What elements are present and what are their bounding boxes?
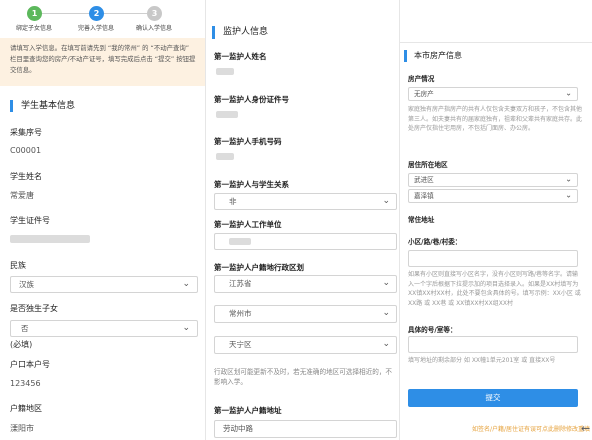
chevron-down-icon: ⌄ [182, 322, 190, 333]
step-2-circle: 2 [89, 6, 104, 21]
guardian-relation-label: 第一监护人与学生关系 [214, 180, 289, 189]
detail-input[interactable] [408, 336, 578, 353]
section-title-housing: 本市房产信息 [404, 50, 462, 62]
nation-select-value: 汉族 [19, 280, 34, 289]
city-value: 常州市 [229, 309, 252, 318]
collect-no-value: C00001 [10, 146, 42, 155]
nation-select[interactable]: 汉族 ⌄ [10, 276, 198, 293]
guardian-work-redacted [229, 238, 251, 245]
chevron-down-icon: ⌄ [565, 174, 572, 184]
delete-refill-link[interactable]: 如签名/户籍/居住证有误可点此删除修改重填 [410, 424, 590, 433]
region-note: 行政区划可能更新不及时，若无准确的地区可选择相近的，不影响入学。 [214, 368, 393, 386]
resident-town-select[interactable]: 嘉泽镇 ⌄ [408, 189, 578, 203]
property-label: 房产情况 [408, 75, 435, 83]
instruction-notice: 请填写入学信息。在填写前请先到 “我的常州” 的 “不动产查询” 栏目里查询您的… [0, 38, 205, 86]
step-connector [104, 13, 147, 14]
only-child-select[interactable]: 否 ⌄ [10, 320, 198, 337]
property-value: 无房产 [414, 90, 434, 98]
student-id-label: 学生证件号 [10, 216, 50, 225]
student-panel: 1 绑定子女信息 2 完善入学信息 3 确认入学信息 请填写入学信息。在填写前请… [0, 0, 205, 440]
chevron-down-icon: ⌄ [382, 195, 390, 206]
province-value: 江苏省 [229, 279, 252, 288]
chevron-down-icon: ⌄ [382, 339, 390, 350]
community-label: 小区/路/巷/村委： [408, 238, 462, 246]
chevron-down-icon: ⌄ [382, 278, 390, 289]
city-select[interactable]: 常州市 ⌄ [214, 305, 397, 323]
back-arrow-icon[interactable]: ← [581, 422, 590, 435]
resident-town-value: 嘉泽镇 [414, 192, 434, 200]
property-note: 家庭独有房产指房产的共有人仅包含夫妻双方和孩子，不包含其他第三人。如夫妻共有的届… [408, 106, 583, 132]
only-child-label: 是否独生子女 [10, 304, 58, 313]
guardian-id-redacted [216, 111, 238, 118]
section-title-guardian: 监护人信息 [212, 26, 268, 39]
province-select[interactable]: 江苏省 ⌄ [214, 275, 397, 293]
district-select[interactable]: 天宁区 ⌄ [214, 336, 397, 354]
guardian-panel: 监护人信息 第一监护人姓名 第一监护人身份证件号 第一监护人手机号码 第一监护人… [206, 0, 399, 440]
step-connector [41, 13, 89, 14]
required-note: (必填) [10, 340, 33, 349]
chevron-down-icon: ⌄ [182, 278, 190, 289]
submit-button[interactable]: 提交 [408, 389, 578, 407]
guardian-work-label: 第一监护人工作单位 [214, 220, 282, 229]
detail-note: 填写地址的剩余部分 如 XX幢1单元201室 或 直接XX号 [408, 357, 556, 364]
guardian-id-label: 第一监护人身份证件号 [214, 95, 289, 104]
household-area-label: 户籍地区 [10, 404, 42, 413]
step-2-label: 完善入学信息 [77, 25, 114, 32]
step-1-circle: 1 [27, 6, 42, 21]
household-no-value: 123456 [10, 379, 41, 388]
housing-panel: 本市房产信息 房产情况 无房产 ⌄ 家庭独有房产指房产的共有人仅包含夫妻双方和孩… [400, 42, 592, 440]
progress-stepper: 1 绑定子女信息 2 完善入学信息 3 确认入学信息 [0, 0, 205, 34]
guardian-relation-select[interactable]: 非 ⌄ [214, 193, 397, 210]
community-input[interactable] [408, 250, 578, 267]
district-value: 天宁区 [229, 340, 252, 349]
guardian-address-label: 第一监护人户籍地址 [214, 406, 282, 415]
only-child-select-value: 否 [21, 324, 29, 333]
guardian-phone-redacted [216, 153, 234, 160]
step-3-label: 确认入学信息 [135, 25, 172, 32]
collect-no-label: 采集序号 [10, 128, 42, 137]
resident-district-select[interactable]: 武进区 ⌄ [408, 173, 578, 187]
household-no-label: 户口本户号 [10, 360, 50, 369]
chevron-down-icon: ⌄ [382, 308, 390, 319]
step-1-label: 绑定子女信息 [15, 25, 52, 32]
chevron-down-icon: ⌄ [565, 190, 572, 200]
guardian-region-label: 第一监护人户籍地行政区划 [214, 263, 304, 272]
household-area-value: 溧阳市 [10, 424, 34, 433]
guardian-name-redacted [216, 68, 234, 75]
guardian-name-label: 第一监护人姓名 [214, 52, 267, 61]
community-note: 如果有小区则直接写小区名字，没有小区则写路/巷等名字。请输入一个字后根据下拉提示… [408, 271, 581, 307]
guardian-relation-value: 非 [229, 197, 237, 206]
section-title-student: 学生基本信息 [10, 100, 75, 112]
guardian-address-input[interactable]: 劳动中路 [214, 420, 397, 438]
property-select[interactable]: 无房产 ⌄ [408, 87, 578, 101]
guardian-phone-label: 第一监护人手机号码 [214, 137, 282, 146]
student-name-value: 常爱唐 [10, 191, 34, 200]
step-3-circle: 3 [147, 6, 162, 21]
resident-area-label: 居住所在地区 [408, 161, 448, 169]
chevron-down-icon: ⌄ [565, 88, 572, 98]
detail-label: 具体的号/室等： [408, 326, 457, 334]
guardian-work-input[interactable] [214, 233, 397, 250]
student-name-label: 学生姓名 [10, 172, 42, 181]
address-title: 常住地址 [408, 216, 435, 224]
resident-district-value: 武进区 [414, 176, 434, 184]
nation-label: 民族 [10, 261, 26, 270]
guardian-address-value: 劳动中路 [223, 424, 253, 433]
student-id-value-redacted [10, 235, 90, 243]
